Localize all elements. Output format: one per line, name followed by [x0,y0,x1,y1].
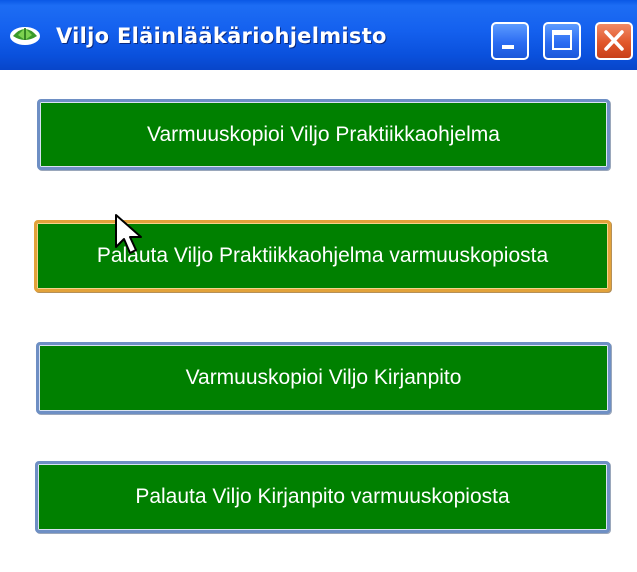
backup-practice-label: Varmuuskopioi Viljo Praktiikkaohjelma [147,122,500,146]
minimize-icon [502,45,514,49]
restore-practice-label: Palauta Viljo Praktiikkaohjelma varmuusk… [96,244,549,267]
backup-accounting-button[interactable]: Varmuuskopioi Viljo Kirjanpito [36,342,611,414]
backup-accounting-label: Varmuuskopioi Viljo Kirjanpito [185,366,462,389]
maximize-button[interactable] [543,22,581,60]
title-bar[interactable]: Viljo Eläinlääkäriohjelmisto [0,0,637,70]
app-window: Viljo Eläinlääkäriohjelmisto Varmuuskopi… [0,0,637,572]
close-button[interactable] [595,22,633,60]
restore-practice-button[interactable]: Palauta Viljo Praktiikkaohjelma varmuusk… [34,220,611,292]
app-logo-icon [10,27,40,45]
restore-accounting-button[interactable]: Palauta Viljo Kirjanpito varmuuskopiosta [35,461,610,533]
backup-practice-button[interactable]: Varmuuskopioi Viljo Praktiikkaohjelma [37,99,610,170]
minimize-button[interactable] [491,22,529,60]
close-icon [604,30,624,51]
maximize-icon [552,30,572,50]
restore-accounting-label: Palauta Viljo Kirjanpito varmuuskopiosta [135,485,510,508]
window-title: Viljo Eläinlääkäriohjelmisto [56,24,387,48]
